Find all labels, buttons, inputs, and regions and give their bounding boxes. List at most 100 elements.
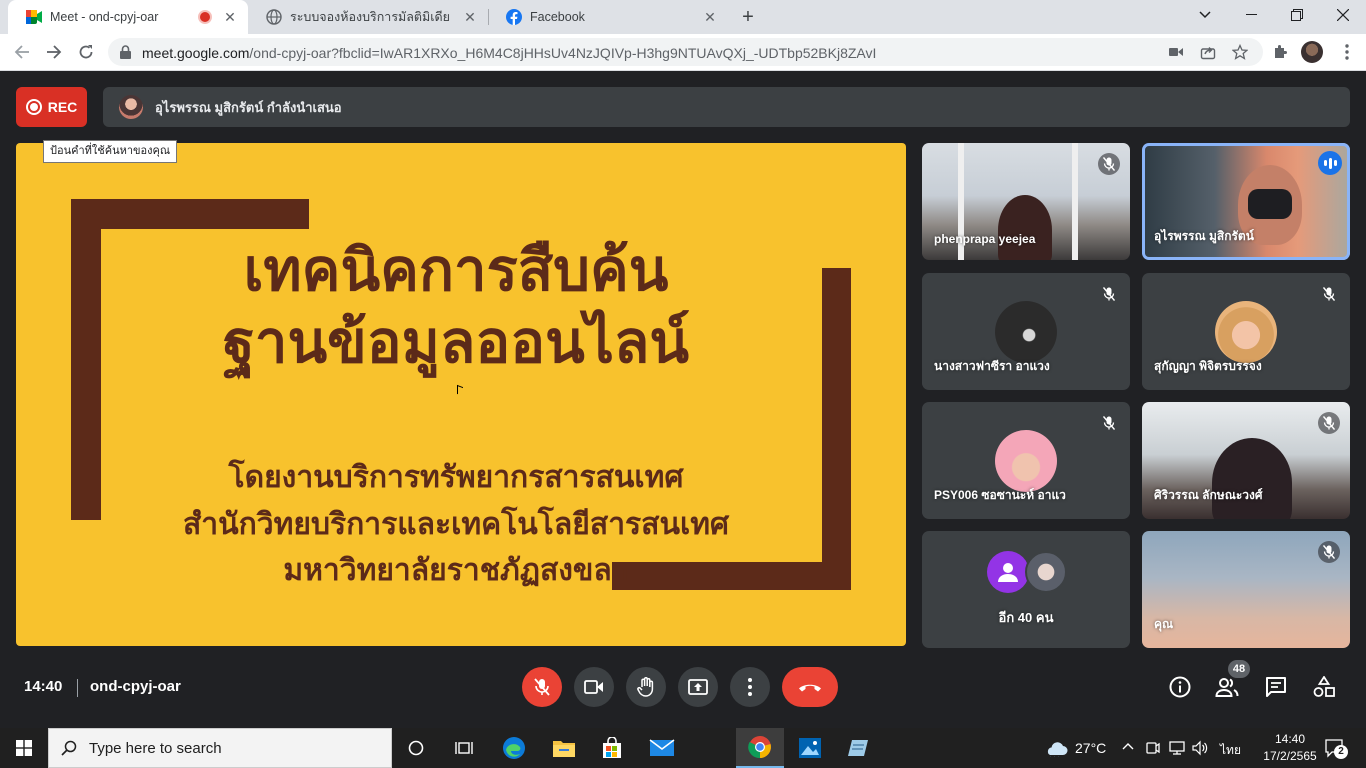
globe-icon — [266, 9, 282, 25]
tab-title: ระบบจองห้องบริการมัลติมิเดีย — [290, 10, 451, 24]
participant-name: ศิริวรรณ ลักษณะวงศ์ — [1154, 488, 1263, 502]
participant-name: นางสาวฟาซีรา อาแวง — [934, 359, 1050, 373]
microsoft-store-icon[interactable] — [588, 728, 636, 768]
windows-taskbar: Type here to search 27°C ไทย 14:40 17/2/… — [0, 728, 1366, 768]
meeting-code: ond-cpyj-oar — [90, 678, 181, 695]
tab-facebook[interactable]: Facebook ✕ — [488, 0, 728, 34]
divider — [77, 679, 78, 697]
mouse-cursor-icon — [457, 384, 463, 397]
edge-browser-icon[interactable] — [490, 728, 538, 768]
url-text: meet.google.com/ond-cpyj-oar?fbclid=IwAR… — [142, 45, 877, 61]
mic-off-icon — [1098, 283, 1120, 305]
task-view-icon[interactable] — [440, 728, 488, 768]
file-explorer-icon[interactable] — [540, 728, 588, 768]
meet-now-icon[interactable] — [1146, 740, 1160, 761]
camera-icon[interactable] — [1168, 44, 1184, 60]
close-tab-icon[interactable]: ✕ — [222, 9, 238, 26]
present-screen-button[interactable] — [678, 667, 718, 707]
cortana-icon[interactable] — [392, 728, 440, 768]
mail-icon[interactable] — [638, 728, 686, 768]
speaking-indicator-icon — [1318, 151, 1342, 175]
windows-start-icon[interactable] — [0, 728, 48, 768]
participant-tile-speaking[interactable]: อุไรพรรณ มูสิกรัตน์ — [1142, 143, 1350, 260]
taskbar-search-box[interactable]: Type here to search — [48, 728, 392, 768]
participant-avatar — [995, 430, 1057, 492]
share-icon[interactable] — [1200, 44, 1216, 60]
participant-tile[interactable]: phenprapa yeejea — [922, 143, 1130, 260]
tab-search-icon[interactable] — [1182, 0, 1228, 30]
notification-count-badge: 2 — [1334, 745, 1348, 759]
close-window-button[interactable] — [1320, 0, 1366, 30]
notepad-app-icon[interactable] — [834, 728, 882, 768]
slide-frame-right — [822, 268, 851, 590]
slide-subtitle-line-1: โดยงานบริการทรัพยากรสารสนเทศ — [228, 461, 684, 494]
search-placeholder: Type here to search — [89, 739, 222, 757]
mic-off-icon — [1318, 283, 1340, 305]
people-icon[interactable] — [1215, 675, 1239, 699]
input-language[interactable]: ไทย — [1220, 741, 1241, 760]
participant-name: PSY006 ซอซานะห์ อาแว — [934, 488, 1066, 502]
record-icon — [25, 99, 42, 115]
browser-tab-strip: Meet - ond-cpyj-oar ✕ ระบบจองห้องบริการม… — [0, 0, 1366, 34]
chrome-taskbar-icon[interactable] — [736, 728, 784, 768]
reload-button[interactable] — [74, 40, 98, 64]
restore-button[interactable] — [1274, 0, 1320, 30]
photos-icon[interactable] — [786, 728, 834, 768]
participant-avatar — [1025, 551, 1067, 593]
address-bar[interactable]: meet.google.com/ond-cpyj-oar?fbclid=IwAR… — [108, 38, 1263, 66]
participant-tile[interactable]: PSY006 ซอซานะห์ อาแว — [922, 402, 1130, 519]
meeting-details-info-icon[interactable] — [1168, 675, 1192, 699]
participant-name: phenprapa yeejea — [934, 232, 1036, 246]
minimize-button[interactable] — [1228, 0, 1274, 30]
person-icon — [987, 551, 1029, 593]
slide-subtitle-line-3: มหาวิทยาลัยราชภัฏสงขลา — [283, 554, 629, 587]
participant-tile[interactable]: สุกัญญา พิจิตรบรรจง — [1142, 273, 1350, 390]
participant-name: คุณ — [1154, 617, 1174, 631]
camera-toggle-button[interactable] — [574, 667, 614, 707]
self-view-tile[interactable]: คุณ — [1142, 531, 1350, 648]
weather-temperature: 27°C — [1075, 740, 1107, 756]
close-tab-icon[interactable]: ✕ — [462, 9, 478, 26]
profile-avatar[interactable] — [1301, 41, 1323, 63]
forward-button[interactable] — [42, 40, 66, 64]
tab-meet[interactable]: Meet - ond-cpyj-oar ✕ — [8, 0, 248, 34]
tab-booking[interactable]: ระบบจองห้องบริการมัลติมิเดีย ✕ — [248, 0, 488, 34]
recording-indicator-icon — [200, 12, 210, 22]
mic-off-icon — [1318, 541, 1340, 563]
extensions-puzzle-icon[interactable] — [1270, 42, 1290, 62]
google-meet-icon — [26, 9, 42, 25]
people-count-badge: 48 — [1228, 660, 1250, 678]
browser-menu-icon[interactable] — [1337, 42, 1357, 62]
taskbar-clock-date[interactable]: 17/2/2565 — [1260, 749, 1320, 763]
network-icon[interactable] — [1168, 740, 1186, 761]
face-mask — [1248, 189, 1292, 219]
participant-tile[interactable]: ศิริวรรณ ลักษณะวงศ์ — [1142, 402, 1350, 519]
browser-toolbar: meet.google.com/ond-cpyj-oar?fbclid=IwAR… — [0, 34, 1366, 71]
tab-title: Meet - ond-cpyj-oar — [50, 10, 159, 24]
more-options-button[interactable] — [730, 667, 770, 707]
recording-badge[interactable]: REC — [16, 87, 87, 127]
presenting-banner: อุไรพรรณ มูสิกรัตน์ กำลังนำเสนอ — [103, 87, 1350, 127]
participant-tile[interactable]: นางสาวฟาซีรา อาแวง — [922, 273, 1130, 390]
mic-off-icon — [1098, 153, 1120, 175]
slide-subtitle-line-2: สำนักวิทยบริการและเทคโนโลยีสารสนเทศ — [182, 508, 730, 541]
activities-icon[interactable] — [1312, 675, 1336, 699]
weather-cloud-icon[interactable] — [1044, 739, 1068, 762]
raise-hand-button[interactable] — [626, 667, 666, 707]
new-tab-button[interactable]: + — [736, 5, 760, 29]
back-button[interactable] — [10, 40, 34, 64]
volume-icon[interactable] — [1192, 740, 1208, 761]
taskbar-clock-time[interactable]: 14:40 — [1268, 732, 1312, 746]
mic-toggle-button[interactable] — [522, 667, 562, 707]
more-participants-tile[interactable]: อีก 40 คน — [922, 531, 1130, 648]
close-tab-icon[interactable]: ✕ — [702, 9, 718, 26]
mic-off-icon — [1098, 412, 1120, 434]
chevron-up-icon[interactable] — [1122, 740, 1134, 759]
bookmark-star-icon[interactable] — [1232, 44, 1248, 60]
chat-icon[interactable] — [1264, 675, 1288, 699]
meeting-time: 14:40 — [24, 678, 63, 695]
leave-call-button[interactable] — [782, 667, 838, 707]
search-icon — [61, 740, 77, 756]
participant-name: อุไรพรรณ มูสิกรัตน์ — [1154, 229, 1254, 243]
mic-off-icon — [1318, 412, 1340, 434]
